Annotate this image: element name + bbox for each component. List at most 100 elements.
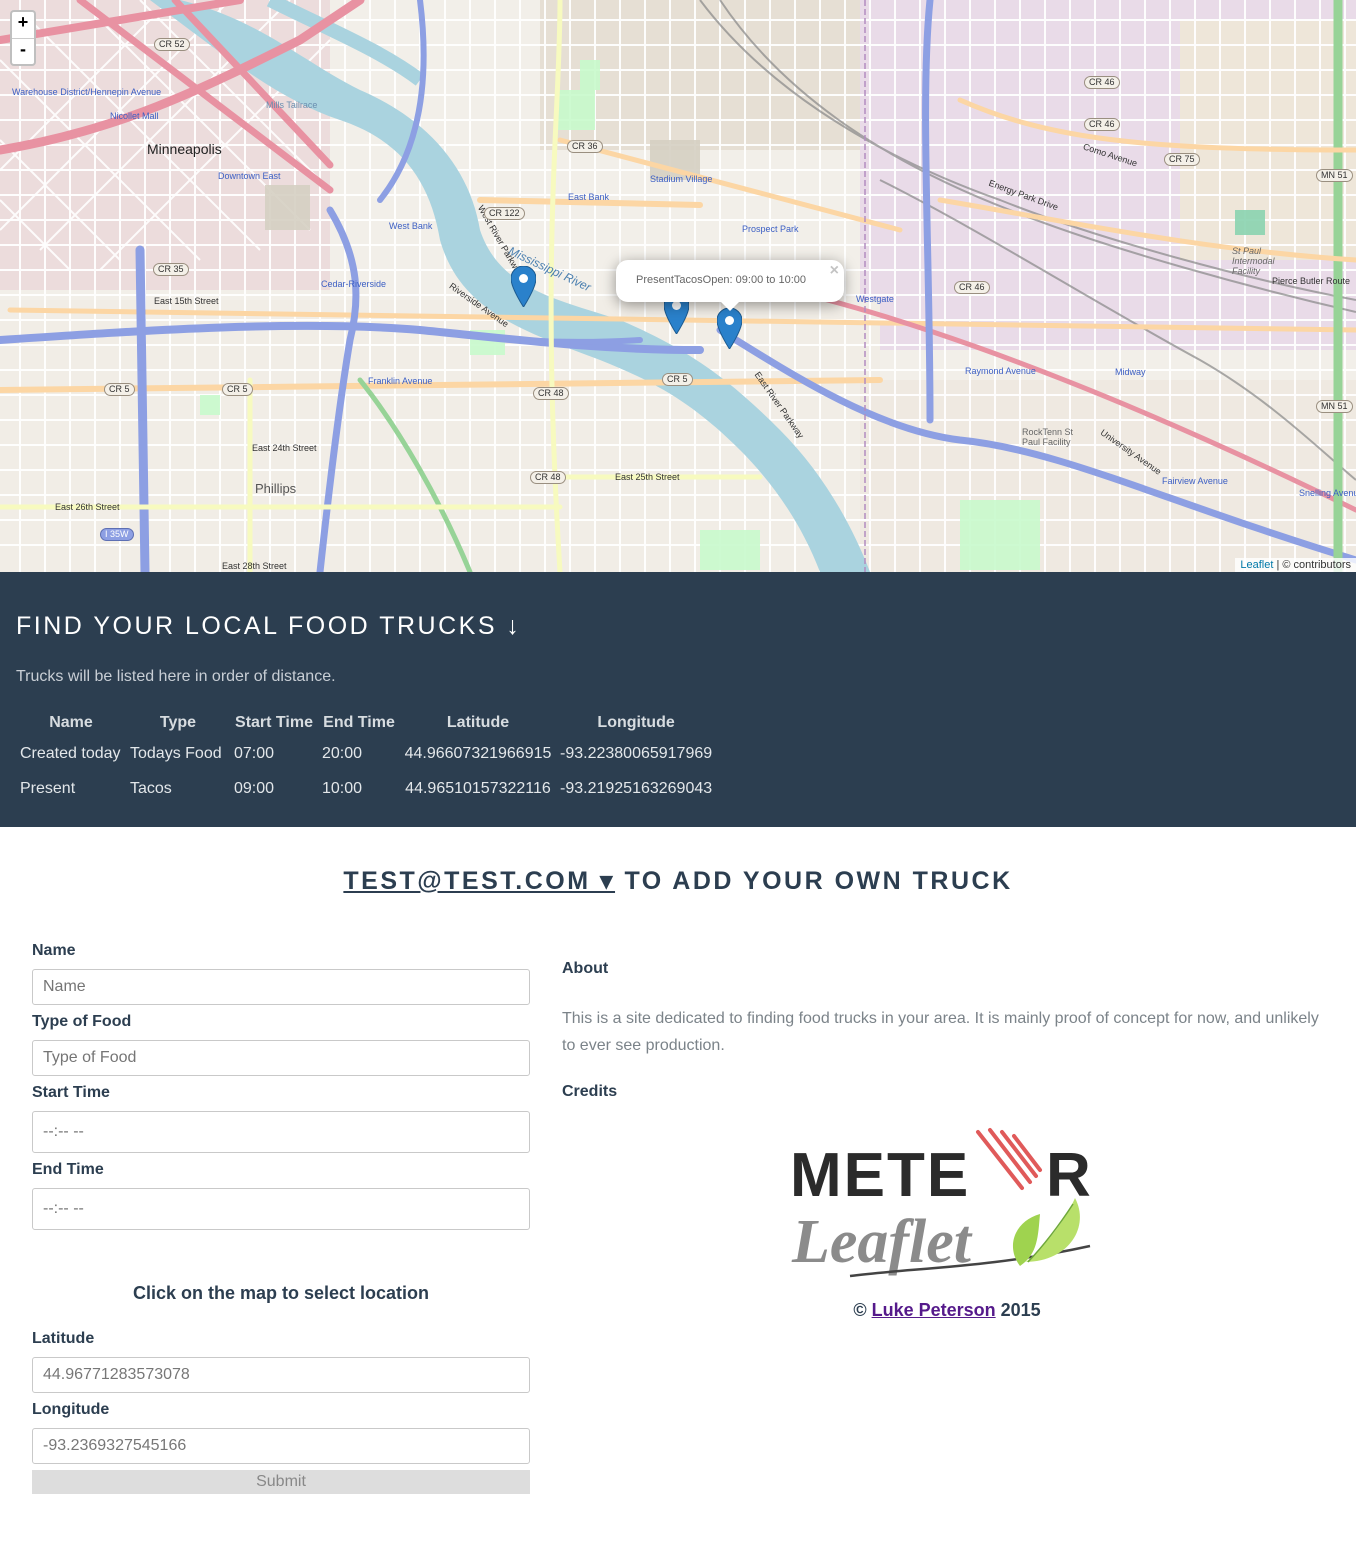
route-shield: CR 48 (530, 471, 566, 484)
route-shield: CR 5 (662, 373, 693, 386)
truck-type: Tacos (130, 779, 172, 797)
map-label-westgate: Westgate (856, 294, 894, 304)
zoom-control: + - (10, 10, 36, 66)
trucks-table: Name Type Start Time End Time Latitude L… (16, 710, 716, 806)
map-label-minneapolis: Minneapolis (147, 141, 222, 157)
truck-lat: 44.96510157322116 (405, 779, 551, 797)
route-shield: MN 51 (1316, 400, 1353, 413)
map-label-intermodal: St Paul Intermodal Facility (1232, 246, 1275, 276)
route-shield: CR 122 (484, 207, 525, 220)
name-label: Name (32, 942, 76, 959)
route-shield: CR 48 (533, 387, 569, 400)
logo-text-leaflet: Leaflet (791, 1208, 973, 1276)
location-hint: Click on the map to select location (132, 1283, 430, 1303)
food-label: Type of Food (32, 1013, 132, 1030)
truck-end: 10:00 (322, 779, 363, 797)
map-label-franklin: Franklin Avenue (368, 376, 433, 386)
map-label-east-25th: East 25th Street (615, 472, 680, 482)
map-label-east-15th: East 15th Street (154, 296, 219, 306)
map-label-east-26th: East 26th Street (55, 502, 120, 512)
food-type-input[interactable] (32, 1040, 530, 1076)
trucks-subtitle: Trucks will be listed here in order of d… (16, 668, 336, 685)
zoom-in-button[interactable]: + (12, 12, 34, 38)
truck-end: 20:00 (322, 744, 363, 762)
map-label-east-bank: East Bank (568, 192, 610, 202)
table-header-row: Name Type Start Time End Time Latitude L… (16, 710, 716, 736)
route-shield: I 35W (100, 528, 134, 541)
marker-popup: PresentTacosOpen: 09:00 to 10:00 × (616, 260, 844, 311)
trucks-title: FIND YOUR LOCAL FOOD TRUCKS ↓ (16, 612, 522, 640)
truck-lat: 44.96607321966915 (404, 744, 552, 762)
map-label-rocktenn: RockTenn St Paul Facility (1022, 427, 1074, 447)
truck-start: 07:00 (234, 744, 275, 762)
end-time-label: End Time (32, 1161, 104, 1178)
route-shield: CR 46 (1084, 76, 1120, 89)
map-label-nicollet-mall: Nicollet Mall (110, 111, 159, 121)
route-shield: CR 35 (153, 263, 189, 276)
map-label-pierce-butler: Pierce Butler Route (1272, 276, 1351, 286)
logo-text-mete: METE (790, 1141, 970, 1210)
map-label-snelling: Snelling Avenue (1299, 488, 1356, 498)
start-time-input[interactable] (32, 1111, 530, 1153)
popup-text: PresentTacosOpen: 09:00 to 10:00 (636, 274, 807, 286)
map-label-fairview: Fairview Avenue (1162, 476, 1228, 486)
truck-type: Todays Food (130, 744, 222, 762)
credits-heading: Credits (562, 1083, 618, 1100)
attribution-text: | © contributors (1273, 559, 1351, 571)
meteor-streak-icon (976, 1128, 1042, 1190)
about-heading: About (562, 960, 609, 977)
map-label-prospect-park: Prospect Park (742, 224, 799, 234)
route-shield: CR 46 (1084, 118, 1120, 131)
route-shield: CR 5 (222, 383, 253, 396)
truck-name: Present (20, 779, 76, 797)
table-row: Created today Todays Food 07:00 20:00 44… (16, 736, 716, 771)
author-link[interactable]: Luke Peterson (872, 1300, 996, 1320)
column-header: Latitude (446, 714, 510, 731)
map-label-east-24th: East 24th Street (252, 443, 317, 453)
submit-button[interactable]: Submit (32, 1470, 530, 1494)
map-label-raymond: Raymond Avenue (965, 366, 1036, 376)
table-row: Present Tacos 09:00 10:00 44.96510157322… (16, 771, 716, 806)
map-label-downtown-east: Downtown East (218, 171, 281, 181)
column-header: Name (49, 714, 93, 731)
leaflet-link[interactable]: Leaflet (1240, 559, 1273, 571)
column-header: Type (159, 714, 197, 731)
copyright: © Luke Peterson 2015 (562, 1300, 1332, 1321)
longitude-input[interactable] (32, 1428, 530, 1464)
meteor-leaflet-logo: METE R Leaflet (790, 1128, 1091, 1278)
route-shield: MN 51 (1316, 169, 1353, 182)
copyright-symbol: © (853, 1300, 872, 1320)
truck-start: 09:00 (234, 779, 275, 797)
copyright-year: 2015 (995, 1300, 1041, 1320)
map-label-cedar-riverside: Cedar-Riverside (321, 279, 387, 289)
map-label-midway: Midway (1115, 367, 1146, 377)
map-marker-icon[interactable] (511, 266, 536, 307)
map-label-phillips: Phillips (255, 481, 297, 496)
end-time-input[interactable] (32, 1188, 530, 1230)
latitude-label: Latitude (32, 1330, 95, 1347)
map-label-warehouse: Warehouse District/Hennepin Avenue (12, 87, 162, 97)
add-truck-text: TO ADD YOUR OWN TRUCK (615, 867, 1013, 895)
route-shield: CR 5 (104, 383, 135, 396)
add-truck-title: TEST@TEST.COM ▾ TO ADD YOUR OWN TRUCK (0, 866, 1356, 896)
logo-text-r: R (1046, 1141, 1091, 1210)
popup-close-icon[interactable]: × (830, 262, 839, 280)
map-label-east-28th: East 28th Street (222, 561, 287, 571)
zoom-out-button[interactable]: - (12, 38, 34, 64)
route-shield: CR 36 (567, 140, 603, 153)
column-header: Longitude (597, 714, 675, 731)
user-account-link[interactable]: TEST@TEST.COM ▾ (343, 867, 615, 895)
map-label-stadium-village: Stadium Village (650, 174, 713, 184)
truck-name: Created today (20, 744, 121, 762)
route-shield: CR 52 (154, 38, 190, 51)
map-label-mills-tailrace: Mills Tailrace (266, 100, 318, 110)
name-input[interactable] (32, 969, 530, 1005)
map-attribution: Leaflet | © contributors (1235, 558, 1356, 572)
map-marker-icon[interactable] (717, 308, 742, 349)
trucks-section: FIND YOUR LOCAL FOOD TRUCKS ↓ Trucks wil… (0, 572, 1356, 827)
map[interactable]: Minneapolis Phillips Mississippi River N… (0, 0, 1356, 572)
start-time-label: Start Time (32, 1084, 110, 1101)
longitude-label: Longitude (32, 1401, 110, 1418)
latitude-input[interactable] (32, 1357, 530, 1393)
truck-lng: -93.22380065917969 (560, 744, 713, 762)
